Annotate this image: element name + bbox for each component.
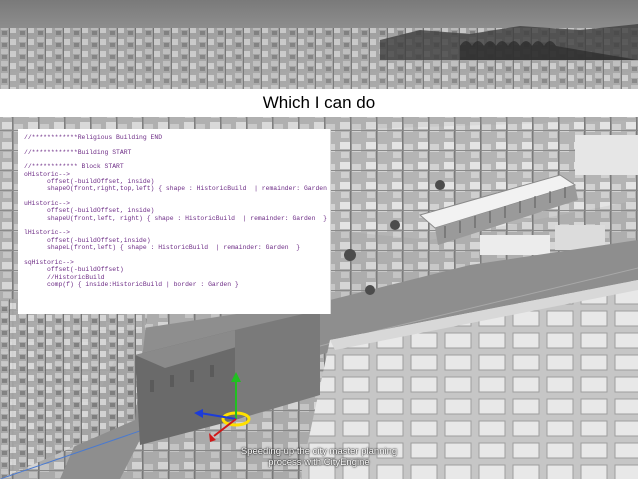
code-line: comp(f) { inside:HistoricBuild | border … bbox=[24, 280, 239, 288]
code-line: offset(-buildOffset) bbox=[24, 266, 124, 274]
code-line: shapeO(front,right,top,left) { shape : H… bbox=[24, 185, 331, 193]
code-line: //************Building START bbox=[24, 148, 132, 156]
code-line: sqHistoric--> bbox=[24, 258, 74, 266]
slide-title: Which I can do bbox=[262, 93, 376, 112]
code-line: shapeL(front,left) { shape : HistoricBui… bbox=[24, 244, 301, 252]
code-line: //************ Block START bbox=[24, 163, 124, 171]
slide-title-bar: Which I can do bbox=[0, 89, 638, 117]
code-line: offset(-buildOffset, inside) bbox=[24, 207, 155, 215]
cga-rule-editor[interactable]: //************Religious Building END //**… bbox=[18, 129, 331, 314]
slide-caption: Speeding up the city master planning pro… bbox=[240, 446, 398, 468]
code-line: offset(-buildOffset, inside) bbox=[24, 178, 155, 186]
code-line: oHistoric--> bbox=[24, 170, 71, 178]
code-line: lHistoric--> bbox=[24, 229, 71, 237]
code-line: uHistoric--> bbox=[24, 200, 71, 208]
code-line: shapeU(front,left, right) { shape : Hist… bbox=[24, 214, 327, 222]
code-line: //HistoricBuild bbox=[24, 273, 105, 281]
code-line: offset(-buildOffset,inside) bbox=[24, 236, 151, 244]
code-line: //************Religious Building END bbox=[24, 134, 163, 141]
code-lines: //************Religious Building END //**… bbox=[24, 134, 331, 288]
